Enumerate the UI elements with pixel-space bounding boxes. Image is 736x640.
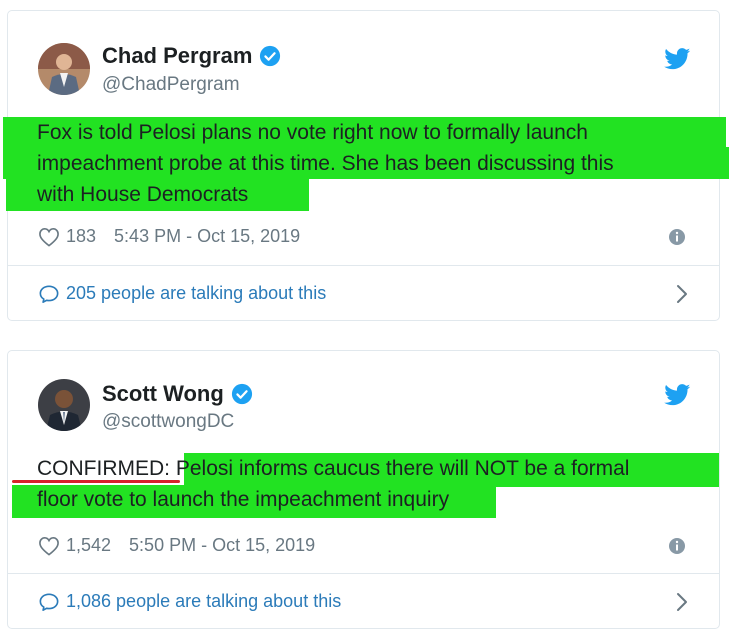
author-row: Scott Wong xyxy=(102,381,253,407)
tweet-meta: 1,542 5:50 PM - Oct 15, 2019 xyxy=(38,535,315,556)
verified-badge-icon xyxy=(260,45,281,67)
timestamp[interactable]: 5:50 PM - Oct 15, 2019 xyxy=(129,535,315,556)
talking-count[interactable]: 1,086 people are talking about this xyxy=(66,591,341,612)
like-count: 183 xyxy=(66,226,97,246)
author-row: Chad Pergram xyxy=(102,43,281,69)
author-handle[interactable]: @scottwongDC xyxy=(102,411,234,433)
heart-icon[interactable] xyxy=(38,536,60,556)
divider xyxy=(8,573,719,574)
verified-badge-icon xyxy=(231,383,252,405)
like-count: 1,542 xyxy=(66,535,112,555)
talking-link[interactable]: 205 people are talking about this xyxy=(38,283,326,304)
speech-bubble-icon xyxy=(39,592,59,611)
chevron-right-icon[interactable] xyxy=(675,592,689,612)
heart-icon[interactable] xyxy=(38,227,60,247)
twitter-bird-icon[interactable] xyxy=(664,48,691,70)
avatar[interactable] xyxy=(38,379,90,431)
divider xyxy=(8,265,719,266)
author-name[interactable]: Chad Pergram xyxy=(102,43,252,69)
twitter-bird-icon[interactable] xyxy=(664,384,691,406)
speech-bubble-icon xyxy=(39,284,59,303)
author-name[interactable]: Scott Wong xyxy=(102,381,224,407)
tweet-text: CONFIRMED: Pelosi informs caucus there w… xyxy=(37,457,630,511)
tweet-meta: 183 5:43 PM - Oct 15, 2019 xyxy=(38,226,300,247)
talking-count[interactable]: 205 people are talking about this xyxy=(66,283,326,304)
talking-link[interactable]: 1,086 people are talking about this xyxy=(38,591,341,612)
avatar[interactable] xyxy=(38,43,90,95)
confirmed-label: CONFIRMED xyxy=(37,457,165,480)
info-icon[interactable] xyxy=(668,537,686,555)
author-handle[interactable]: @ChadPergram xyxy=(102,74,240,96)
timestamp[interactable]: 5:43 PM - Oct 15, 2019 xyxy=(114,226,300,247)
red-underline xyxy=(12,480,180,483)
chevron-right-icon[interactable] xyxy=(675,284,689,304)
tweet-text: Fox is told Pelosi plans no vote right n… xyxy=(37,121,614,206)
info-icon[interactable] xyxy=(668,228,686,246)
